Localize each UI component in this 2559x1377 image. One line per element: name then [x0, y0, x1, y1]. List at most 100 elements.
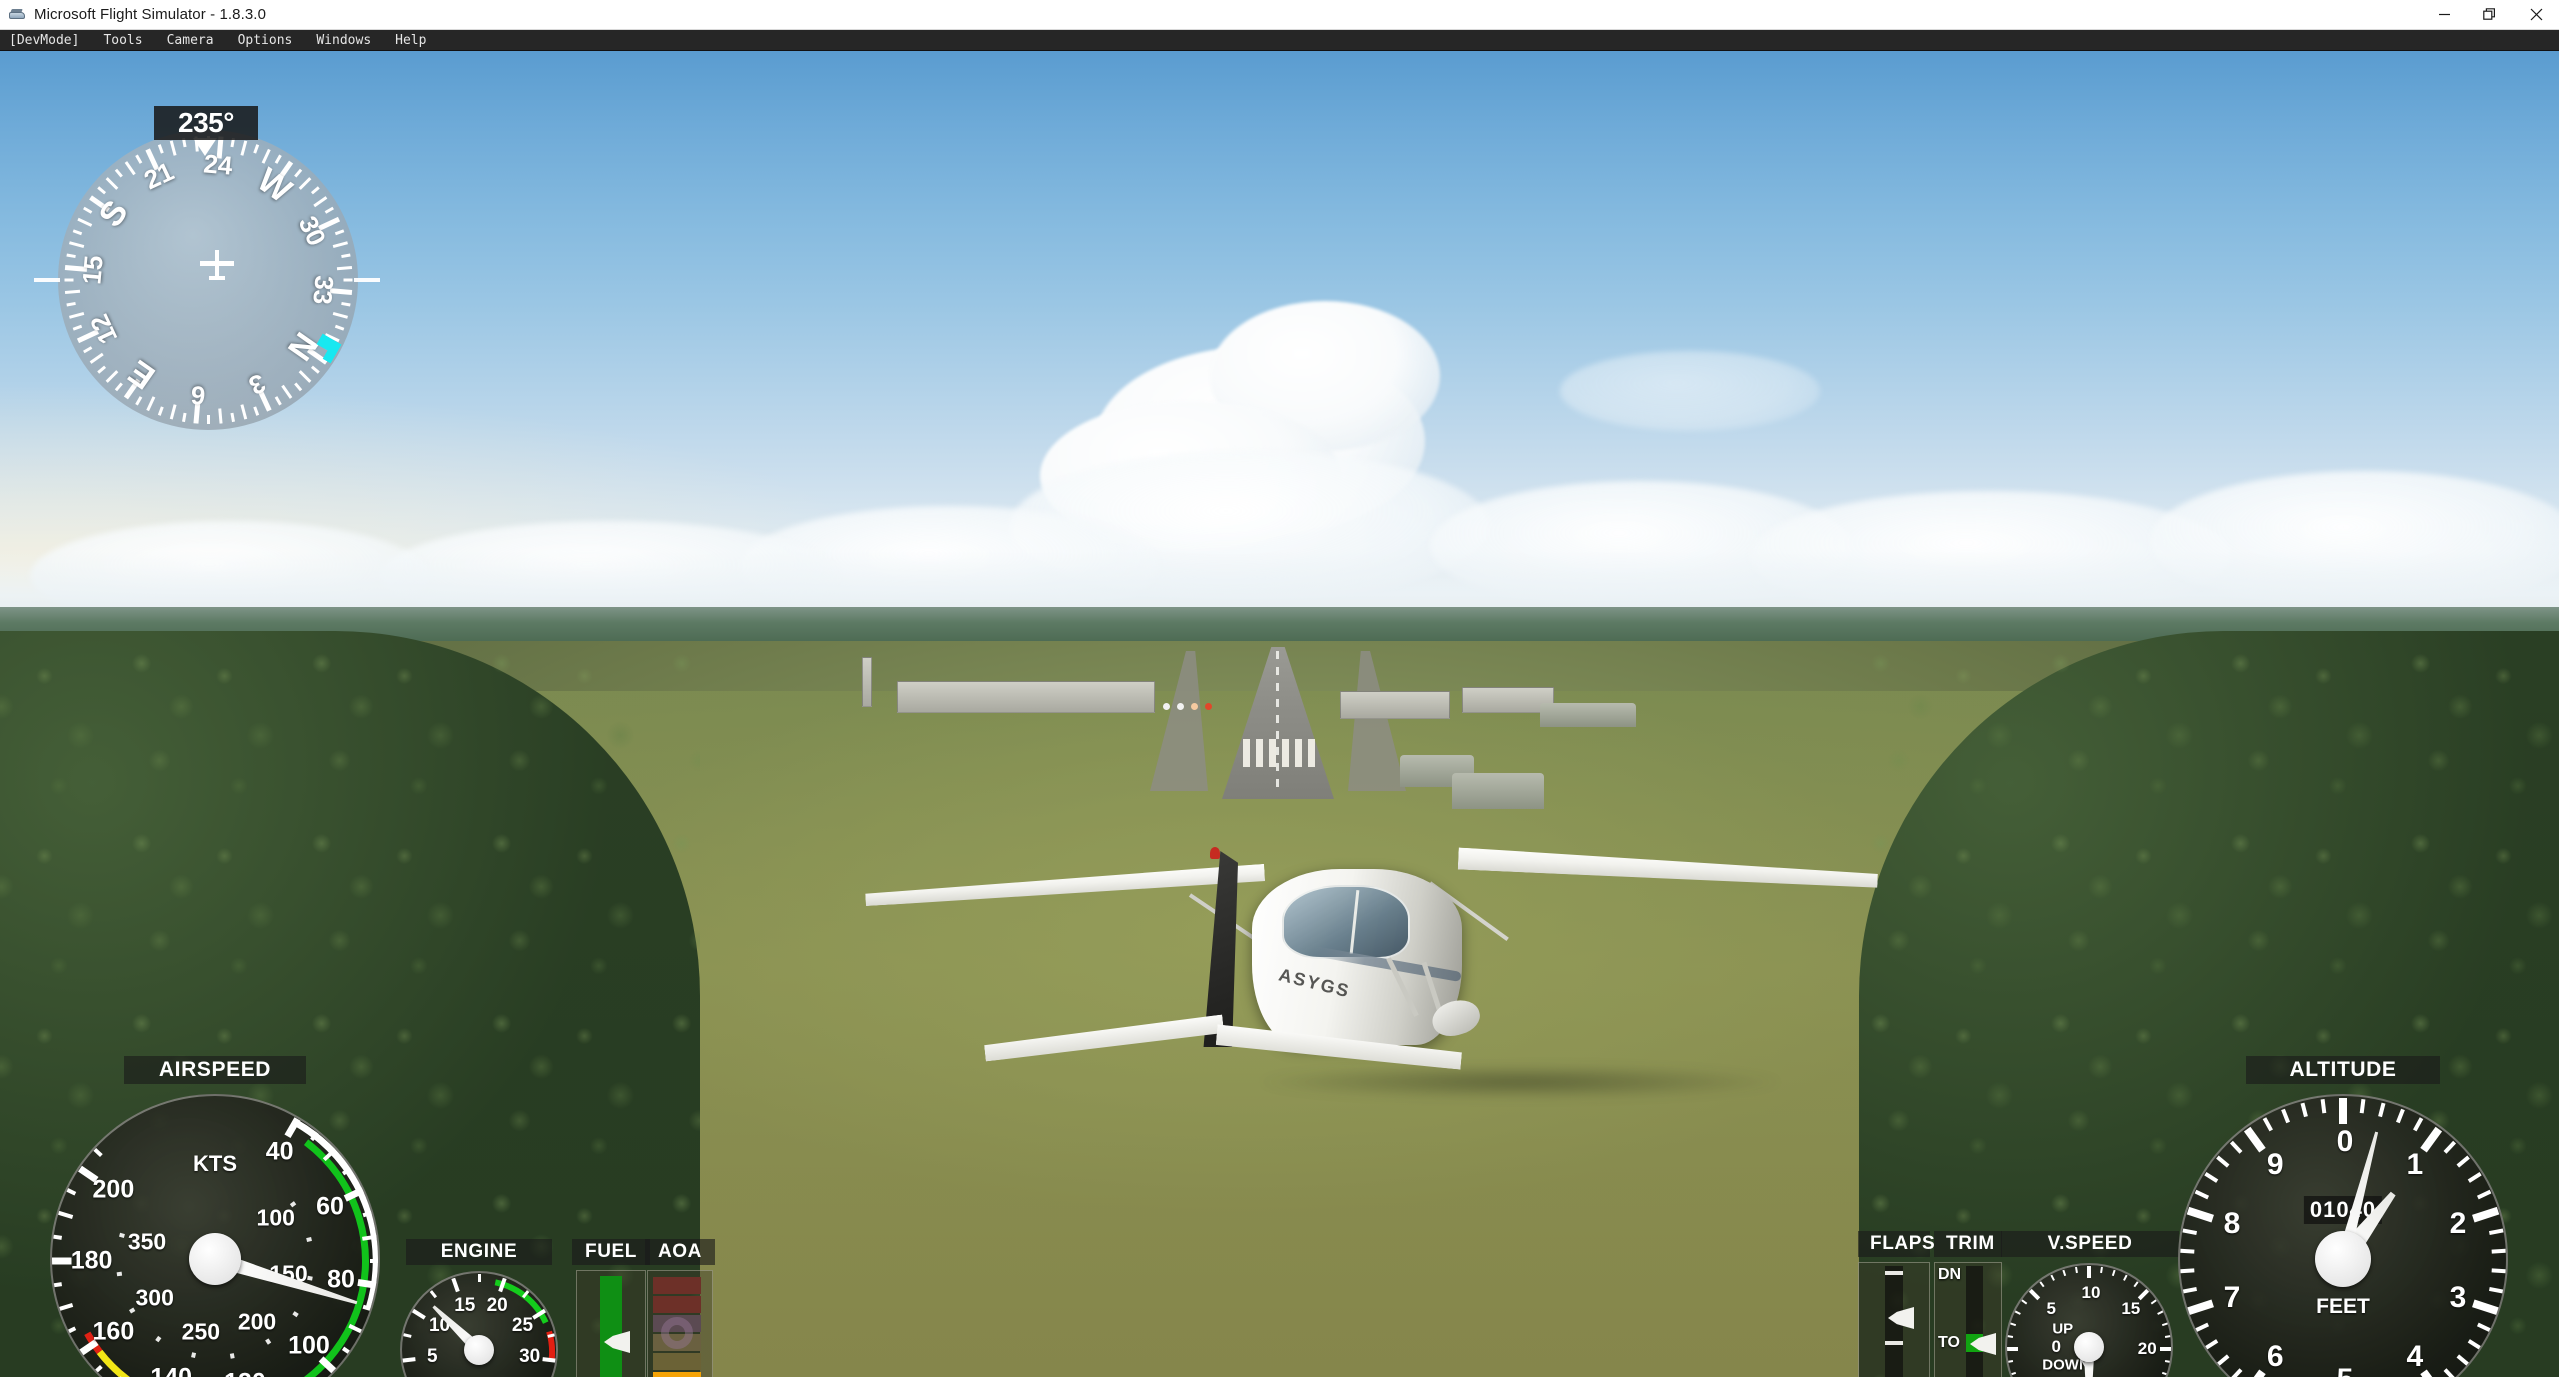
- menu-item-devmode[interactable]: [DevMode]: [0, 30, 91, 51]
- left-horizontal-stabilizer: [984, 1015, 1225, 1062]
- lubber-line-right: [354, 278, 380, 282]
- vspeed-up-tick-5: 5: [2046, 1299, 2056, 1319]
- heading-readout: 235 °: [154, 106, 258, 140]
- trim-label-to: TO: [1938, 1334, 1960, 1351]
- vertical-speed-indicator: V.SPEED UP 0 DOWN 510152051015 1000: [2001, 1231, 2205, 1377]
- compass-cardinal-6: 6: [189, 379, 207, 411]
- flight-sim-icon: [8, 6, 26, 24]
- restore-icon[interactable]: [2467, 0, 2513, 29]
- engine-tick-25: 25: [511, 1314, 534, 1336]
- vspeed-up-tick-20: 20: [2137, 1339, 2157, 1358]
- altitude-tick-7: 7: [2223, 1280, 2241, 1314]
- altitude-tick-9: 9: [2266, 1147, 2284, 1181]
- lubber-line-left: [34, 278, 60, 282]
- hangar: [1452, 773, 1544, 809]
- menu-item-camera[interactable]: Camera: [155, 30, 226, 51]
- trim-label-dn: DN: [1938, 1266, 1962, 1283]
- player-aircraft: ASYGS: [960, 847, 1880, 1111]
- altimeter-hub: [2315, 1231, 2371, 1287]
- cloud: [1560, 351, 1820, 431]
- runway-centerline: [1276, 651, 1279, 793]
- heading-value: 235: [178, 107, 224, 138]
- altitude-tick-1: 1: [2406, 1147, 2424, 1181]
- minimize-icon[interactable]: [2421, 0, 2467, 29]
- vspeed-label: V.SPEED: [2001, 1231, 2179, 1257]
- engine-label: ENGINE: [406, 1239, 552, 1265]
- vspeed-up-tick-15: 15: [2121, 1299, 2141, 1319]
- engine-tick-5: 5: [427, 1346, 438, 1368]
- flight-simulator-window: Microsoft Flight Simulator - 1.8.3.0 [De…: [0, 0, 2559, 1377]
- altitude-label: ALTITUDE: [2246, 1056, 2440, 1084]
- heading-degree-symbol: °: [223, 107, 234, 138]
- airspeed-tick-100: 100: [288, 1331, 330, 1360]
- compass-cardinal-15: 15: [76, 254, 110, 286]
- altitude-tick-5: 5: [2337, 1363, 2354, 1377]
- airspeed-tick-60: 60: [316, 1192, 344, 1221]
- engine-tick-30: 30: [519, 1346, 541, 1368]
- flaps-indicator: FLAPS 10%: [1858, 1231, 1935, 1377]
- fuel-bar-green: [600, 1276, 622, 1377]
- aoa-segment-amber: [653, 1372, 701, 1377]
- aoa-indexer: AOA: [645, 1239, 715, 1377]
- flaps-detent: [1885, 1271, 1903, 1275]
- airspeed-hub: [189, 1233, 241, 1285]
- simulator-viewport[interactable]: ASYGS N 3 6 E 12 15 S 21 24 W 30 33 235 °: [0, 51, 2559, 1377]
- aoa-segment: [653, 1277, 701, 1294]
- menu-bar: [DevMode] Tools Camera Options Windows H…: [0, 30, 2559, 51]
- papi-light: [1163, 703, 1170, 710]
- right-wing: [1458, 847, 1879, 888]
- aircraft-shadow: [1260, 1065, 1780, 1099]
- flaps-detent: [1885, 1341, 1903, 1345]
- menu-item-options[interactable]: Options: [226, 30, 305, 51]
- altitude-tick-0: 0: [2336, 1125, 2354, 1159]
- papi-light: [1205, 703, 1212, 710]
- altitude-tick-8: 8: [2223, 1207, 2241, 1241]
- close-icon[interactable]: [2513, 0, 2559, 29]
- fuel-indicator: FUEL 47%: [572, 1239, 650, 1377]
- engine-hub: [464, 1335, 494, 1365]
- cabin-windows: [1282, 885, 1410, 959]
- heading-pointer-icon: [193, 138, 217, 156]
- title-bar: Microsoft Flight Simulator - 1.8.3.0: [0, 0, 2559, 30]
- apron-building: [1340, 691, 1450, 719]
- airspeed-tick-180: 180: [70, 1246, 113, 1275]
- altitude-tick-6: 6: [2266, 1340, 2284, 1374]
- engine-dial: RPM x100 05101520253035: [400, 1271, 558, 1377]
- compass-cardinal-W: W: [250, 160, 299, 211]
- vspeed-up-tick-10: 10: [2081, 1282, 2101, 1302]
- terminal-building: [897, 681, 1155, 713]
- airspeed-tick-120: 120: [224, 1369, 266, 1377]
- airspeed-unit-label: KTS: [193, 1151, 237, 1177]
- aoa-donut-icon: [661, 1317, 693, 1349]
- fuel-label: FUEL: [572, 1239, 650, 1265]
- aoa-label: AOA: [645, 1239, 715, 1265]
- airspeed-tick-200: 200: [92, 1175, 135, 1204]
- menu-item-help[interactable]: Help: [383, 30, 438, 51]
- heading-indicator: N 3 6 E 12 15 S 21 24 W 30 33 235 °: [34, 106, 380, 430]
- altitude-tick-3: 3: [2449, 1280, 2467, 1314]
- flaps-label: FLAPS: [1858, 1231, 1935, 1257]
- papi-light: [1191, 703, 1198, 710]
- airspeed-label: AIRSPEED: [124, 1056, 306, 1084]
- menu-item-tools[interactable]: Tools: [91, 30, 154, 51]
- trim-indicator: TRIM DN TO UP 0: [1934, 1231, 2002, 1377]
- menu-item-windows[interactable]: Windows: [304, 30, 383, 51]
- altimeter-dial: 01040 FEET 0123456789: [2178, 1094, 2508, 1377]
- trim-label: TRIM: [1934, 1231, 2002, 1257]
- aoa-segment: [653, 1296, 701, 1313]
- vspeed-dial: UP 0 DOWN 510152051015: [2005, 1263, 2173, 1377]
- airspeed-indicator: AIRSPEED KTS 406080100120140160180200100…: [50, 1056, 390, 1377]
- compass-cardinal-33: 33: [306, 274, 340, 306]
- altitude-tick-2: 2: [2449, 1207, 2467, 1241]
- window-title: Microsoft Flight Simulator - 1.8.3.0: [34, 6, 267, 23]
- trim-track: [1966, 1266, 1983, 1377]
- control-tower: [862, 657, 872, 707]
- papi-light: [1177, 703, 1184, 710]
- aoa-segment: [653, 1353, 701, 1370]
- altitude-tick-4: 4: [2406, 1340, 2424, 1374]
- altimeter: ALTITUDE 01040 FEET 0123456789 1041: [2178, 1056, 2518, 1377]
- tail-beacon-light: [1210, 847, 1220, 859]
- airspeed-dial: KTS 406080100120140160180200100150200250…: [50, 1094, 380, 1377]
- engine-tick-15: 15: [454, 1294, 476, 1316]
- aircraft-symbol-icon: [196, 248, 238, 282]
